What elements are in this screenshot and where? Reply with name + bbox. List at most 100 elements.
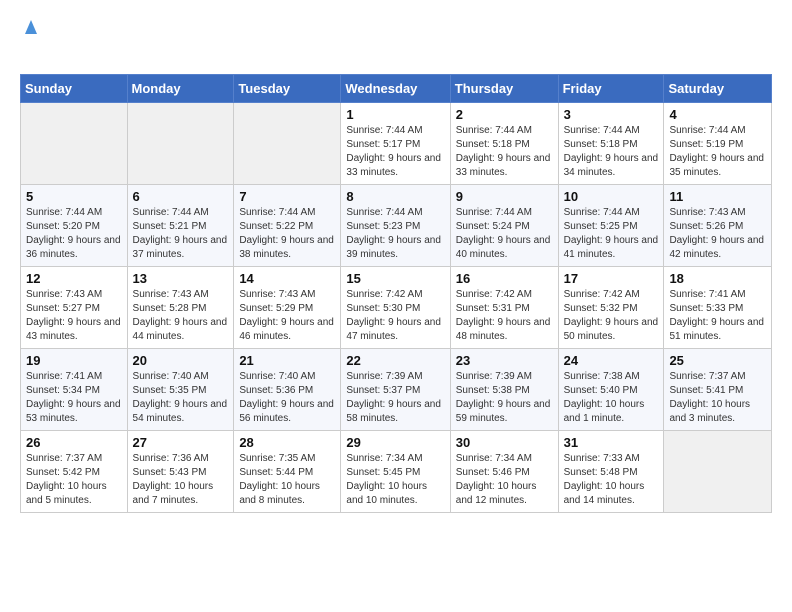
calendar-cell: 17Sunrise: 7:42 AM Sunset: 5:32 PM Dayli… [558,267,664,349]
calendar-cell: 14Sunrise: 7:43 AM Sunset: 5:29 PM Dayli… [234,267,341,349]
calendar-cell: 27 Sunrise: 7:36 AM Sunset: 5:43 PM Dayli… [127,431,234,513]
logo [20,16,42,62]
day-number: 21 [239,353,335,368]
calendar-cell: 16 Sunrise: 7:42 AM Sunset: 5:31 PM Dayli… [450,267,558,349]
day-number: 3 [564,107,659,122]
calendar-table: SundayMondayTuesdayWednesdayThursdayFrid… [20,74,772,513]
day-of-week-header: Monday [127,75,234,103]
calendar-cell: 4 Sunrise: 7:44 AM Sunset: 5:19 PM Daylig… [664,103,772,185]
day-number: 16 [456,271,553,286]
day-info: Sunrise: 7:34 AM Sunset: 5:46 PM Dayligh… [456,452,553,508]
day-number: 12 [26,271,122,286]
day-of-week-header: Saturday [664,75,772,103]
day-info: Sunrise: 7:43 AM Sunset: 5:29 PM Dayligh… [239,288,335,344]
calendar-cell: 24 Sunrise: 7:38 AM Sunset: 5:40 PM Dayli… [558,349,664,431]
day-number: 2 [456,107,553,122]
calendar-cell: 18 Sunrise: 7:41 AM Sunset: 5:33 PM Dayli… [664,267,772,349]
day-number: 1 [346,107,444,122]
page-header [20,16,772,62]
calendar-cell: 2 Sunrise: 7:44 AM Sunset: 5:18 PM Daylig… [450,103,558,185]
day-info: Sunrise: 7:37 AM Sunset: 5:41 PM Dayligh… [669,370,766,426]
day-info: Sunrise: 7:41 AM Sunset: 5:34 PM Dayligh… [26,370,122,426]
day-info: Sunrise: 7:44 AM Sunset: 5:19 PM Dayligh… [669,124,766,180]
day-number: 30 [456,435,553,450]
day-info: Sunrise: 7:33 AM Sunset: 5:48 PM Dayligh… [564,452,659,508]
day-number: 4 [669,107,766,122]
day-number: 31 [564,435,659,450]
calendar-cell: 28Sunrise: 7:35 AM Sunset: 5:44 PM Dayli… [234,431,341,513]
day-of-week-header: Sunday [21,75,128,103]
day-info: Sunrise: 7:44 AM Sunset: 5:21 PM Dayligh… [133,206,229,262]
day-info: Sunrise: 7:44 AM Sunset: 5:18 PM Dayligh… [456,124,553,180]
calendar-cell: 12 Sunrise: 7:43 AM Sunset: 5:27 PM Dayli… [21,267,128,349]
day-info: Sunrise: 7:39 AM Sunset: 5:38 PM Dayligh… [456,370,553,426]
day-info: Sunrise: 7:44 AM Sunset: 5:17 PM Dayligh… [346,124,444,180]
calendar-cell [664,431,772,513]
calendar-cell: 11Sunrise: 7:43 AM Sunset: 5:26 PM Dayli… [664,185,772,267]
day-info: Sunrise: 7:41 AM Sunset: 5:33 PM Dayligh… [669,288,766,344]
calendar-cell: 15 Sunrise: 7:42 AM Sunset: 5:30 PM Dayli… [341,267,450,349]
day-number: 9 [456,189,553,204]
day-number: 26 [26,435,122,450]
day-info: Sunrise: 7:44 AM Sunset: 5:23 PM Dayligh… [346,206,444,262]
calendar-week-row: 19 Sunrise: 7:41 AM Sunset: 5:34 PM Dayli… [21,349,772,431]
calendar-cell [234,103,341,185]
calendar-cell: 10 Sunrise: 7:44 AM Sunset: 5:25 PM Dayli… [558,185,664,267]
calendar-cell: 26Sunrise: 7:37 AM Sunset: 5:42 PM Dayli… [21,431,128,513]
day-info: Sunrise: 7:34 AM Sunset: 5:45 PM Dayligh… [346,452,444,508]
day-number: 27 [133,435,229,450]
day-number: 24 [564,353,659,368]
calendar-week-row: 1 Sunrise: 7:44 AM Sunset: 5:17 PM Daylig… [21,103,772,185]
day-number: 10 [564,189,659,204]
calendar-week-row: 12 Sunrise: 7:43 AM Sunset: 5:27 PM Dayli… [21,267,772,349]
day-info: Sunrise: 7:44 AM Sunset: 5:22 PM Dayligh… [239,206,335,262]
day-of-week-header: Thursday [450,75,558,103]
calendar-cell: 29Sunrise: 7:34 AM Sunset: 5:45 PM Dayli… [341,431,450,513]
day-info: Sunrise: 7:44 AM Sunset: 5:18 PM Dayligh… [564,124,659,180]
calendar-cell: 23 Sunrise: 7:39 AM Sunset: 5:38 PM Dayli… [450,349,558,431]
day-info: Sunrise: 7:40 AM Sunset: 5:35 PM Dayligh… [133,370,229,426]
day-number: 5 [26,189,122,204]
day-number: 19 [26,353,122,368]
day-number: 25 [669,353,766,368]
day-info: Sunrise: 7:42 AM Sunset: 5:31 PM Dayligh… [456,288,553,344]
calendar-cell: 7 Sunrise: 7:44 AM Sunset: 5:22 PM Daylig… [234,185,341,267]
calendar-header-row: SundayMondayTuesdayWednesdayThursdayFrid… [21,75,772,103]
day-number: 18 [669,271,766,286]
day-info: Sunrise: 7:38 AM Sunset: 5:40 PM Dayligh… [564,370,659,426]
day-of-week-header: Friday [558,75,664,103]
logo-text [20,16,42,62]
calendar-cell: 19 Sunrise: 7:41 AM Sunset: 5:34 PM Dayli… [21,349,128,431]
calendar-cell: 3 Sunrise: 7:44 AM Sunset: 5:18 PM Daylig… [558,103,664,185]
day-of-week-header: Wednesday [341,75,450,103]
day-info: Sunrise: 7:43 AM Sunset: 5:27 PM Dayligh… [26,288,122,344]
calendar-cell: 31 Sunrise: 7:33 AM Sunset: 5:48 PM Dayli… [558,431,664,513]
calendar-cell: 25 Sunrise: 7:37 AM Sunset: 5:41 PM Dayli… [664,349,772,431]
day-info: Sunrise: 7:44 AM Sunset: 5:25 PM Dayligh… [564,206,659,262]
day-info: Sunrise: 7:42 AM Sunset: 5:30 PM Dayligh… [346,288,444,344]
day-info: Sunrise: 7:36 AM Sunset: 5:43 PM Dayligh… [133,452,229,508]
day-info: Sunrise: 7:42 AM Sunset: 5:32 PM Dayligh… [564,288,659,344]
calendar-cell: 30 Sunrise: 7:34 AM Sunset: 5:46 PM Dayli… [450,431,558,513]
logo-sail-icon [21,16,41,36]
day-number: 8 [346,189,444,204]
day-number: 6 [133,189,229,204]
day-info: Sunrise: 7:35 AM Sunset: 5:44 PM Dayligh… [239,452,335,508]
day-number: 23 [456,353,553,368]
calendar-cell [21,103,128,185]
calendar-cell [127,103,234,185]
day-info: Sunrise: 7:44 AM Sunset: 5:24 PM Dayligh… [456,206,553,262]
calendar-week-row: 5 Sunrise: 7:44 AM Sunset: 5:20 PM Daylig… [21,185,772,267]
calendar-cell: 8 Sunrise: 7:44 AM Sunset: 5:23 PM Daylig… [341,185,450,267]
day-number: 13 [133,271,229,286]
day-number: 22 [346,353,444,368]
calendar-cell: 9 Sunrise: 7:44 AM Sunset: 5:24 PM Daylig… [450,185,558,267]
calendar-cell: 6 Sunrise: 7:44 AM Sunset: 5:21 PM Daylig… [127,185,234,267]
day-info: Sunrise: 7:44 AM Sunset: 5:20 PM Dayligh… [26,206,122,262]
day-info: Sunrise: 7:43 AM Sunset: 5:28 PM Dayligh… [133,288,229,344]
day-number: 7 [239,189,335,204]
day-number: 15 [346,271,444,286]
day-number: 11 [669,189,766,204]
calendar-cell: 21Sunrise: 7:40 AM Sunset: 5:36 PM Dayli… [234,349,341,431]
day-number: 20 [133,353,229,368]
